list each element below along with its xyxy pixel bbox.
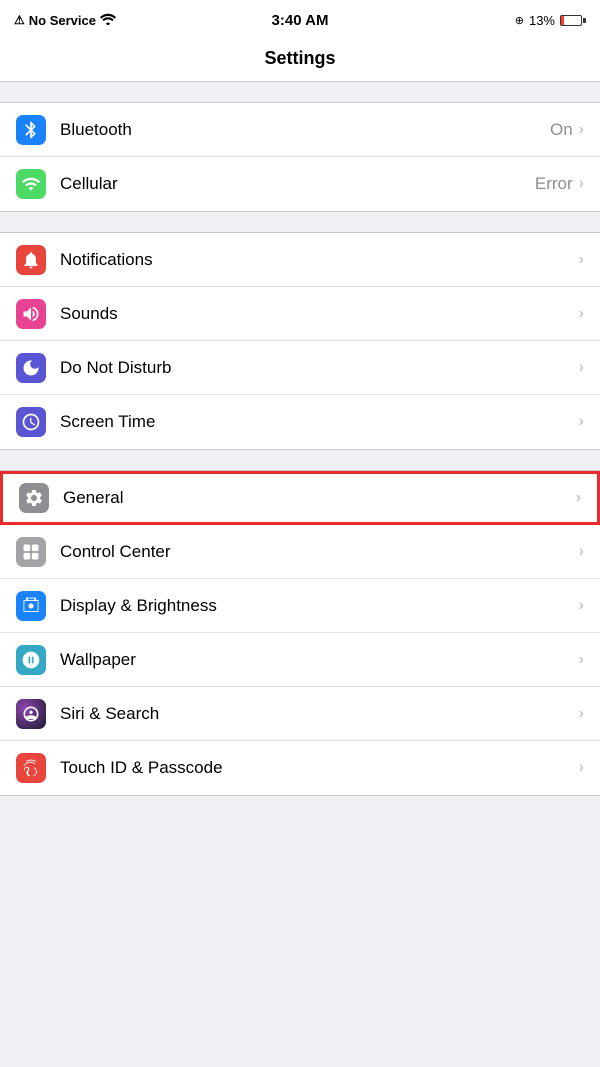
siri-icon-bg [16, 699, 46, 729]
screentime-label: Screen Time [60, 412, 579, 432]
touchid-icon-bg [16, 753, 46, 783]
bluetooth-chevron: › [579, 121, 584, 139]
settings-row-siri[interactable]: Siri & Search › [0, 687, 600, 741]
settings-row-wallpaper[interactable]: Wallpaper › [0, 633, 600, 687]
notifications-chevron: › [579, 251, 584, 269]
sounds-label: Sounds [60, 304, 579, 324]
donotdisturb-chevron: › [579, 359, 584, 377]
section-gap-top [0, 82, 600, 102]
touchid-label: Touch ID & Passcode [60, 758, 579, 778]
group-connectivity: Bluetooth On › Cellular Error › [0, 102, 600, 212]
group-notifications: Notifications › Sounds › Do Not Disturb … [0, 232, 600, 450]
displaybrightness-chevron: › [579, 597, 584, 615]
settings-row-donotdisturb[interactable]: Do Not Disturb › [0, 341, 600, 395]
cellular-value: Error [535, 174, 573, 194]
screentime-chevron: › [579, 413, 584, 431]
controlcenter-chevron: › [579, 543, 584, 561]
battery-icon [560, 15, 586, 26]
no-service-icon: ⚠ [14, 13, 25, 27]
cellular-icon-bg [16, 169, 46, 199]
wallpaper-label: Wallpaper [60, 650, 579, 670]
wifi-icon [100, 13, 116, 28]
bluetooth-value: On [550, 120, 573, 140]
section-gap-2 [0, 212, 600, 232]
controlcenter-icon-bg [16, 537, 46, 567]
displaybrightness-label: Display & Brightness [60, 596, 579, 616]
general-icon-bg [19, 483, 49, 513]
siri-icon [21, 704, 41, 724]
page-title: Settings [264, 48, 335, 68]
fingerprint-icon [21, 758, 41, 778]
bluetooth-icon [21, 120, 41, 140]
touchid-chevron: › [579, 759, 584, 777]
settings-row-screentime[interactable]: Screen Time › [0, 395, 600, 449]
gear-icon [24, 488, 44, 508]
screentime-icon [21, 412, 41, 432]
notifications-icon-bg [16, 245, 46, 275]
sounds-chevron: › [579, 305, 584, 323]
cellular-icon [21, 174, 41, 194]
settings-row-controlcenter[interactable]: Control Center › [0, 525, 600, 579]
battery-percent: 13% [529, 13, 555, 28]
notifications-icon [21, 250, 41, 270]
moon-icon [21, 358, 41, 378]
section-gap-bottom [0, 796, 600, 836]
general-label: General [63, 488, 576, 508]
settings-row-touchid[interactable]: Touch ID & Passcode › [0, 741, 600, 795]
settings-row-bluetooth[interactable]: Bluetooth On › [0, 103, 600, 157]
bluetooth-label: Bluetooth [60, 120, 550, 140]
settings-row-cellular[interactable]: Cellular Error › [0, 157, 600, 211]
wallpaper-icon [21, 650, 41, 670]
wallpaper-icon-bg [16, 645, 46, 675]
settings-row-notifications[interactable]: Notifications › [0, 233, 600, 287]
siri-label: Siri & Search [60, 704, 579, 724]
location-icon: ⊕ [515, 14, 524, 27]
display-icon-bg [16, 591, 46, 621]
status-bar: ⚠ No Service 3:40 AM ⊕ 13% [0, 0, 600, 38]
section-gap-3 [0, 450, 600, 470]
settings-row-general[interactable]: General › [0, 471, 600, 525]
status-time: 3:40 AM [272, 12, 329, 29]
cellular-label: Cellular [60, 174, 535, 194]
group-general: General › Control Center › Display & Bri… [0, 470, 600, 796]
sounds-icon-bg [16, 299, 46, 329]
wallpaper-chevron: › [579, 651, 584, 669]
controlcenter-label: Control Center [60, 542, 579, 562]
bluetooth-icon-bg [16, 115, 46, 145]
display-icon [21, 596, 41, 616]
controlcenter-icon [21, 542, 41, 562]
donotdisturb-icon-bg [16, 353, 46, 383]
general-chevron: › [576, 489, 581, 507]
notifications-label: Notifications [60, 250, 579, 270]
settings-row-displaybrightness[interactable]: Display & Brightness › [0, 579, 600, 633]
sounds-icon [21, 304, 41, 324]
status-right: ⊕ 13% [515, 13, 586, 28]
siri-chevron: › [579, 705, 584, 723]
donotdisturb-label: Do Not Disturb [60, 358, 579, 378]
status-left: ⚠ No Service [14, 13, 116, 28]
screentime-icon-bg [16, 407, 46, 437]
no-service-text: No Service [29, 13, 96, 28]
settings-row-sounds[interactable]: Sounds › [0, 287, 600, 341]
cellular-chevron: › [579, 175, 584, 193]
page-title-bar: Settings [0, 38, 600, 82]
